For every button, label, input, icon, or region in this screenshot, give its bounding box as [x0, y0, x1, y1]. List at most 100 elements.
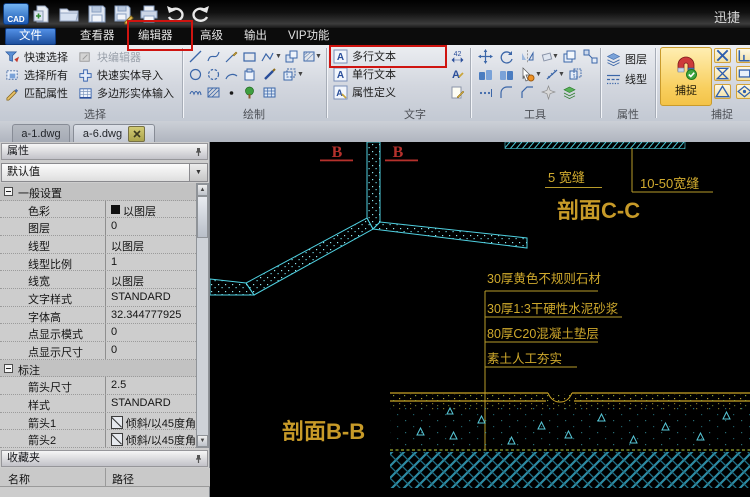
- scroll-up-icon[interactable]: ▲: [197, 184, 208, 196]
- menu-vip[interactable]: VIP功能: [284, 29, 334, 44]
- menu-advanced[interactable]: 高级: [196, 29, 227, 44]
- tool-mirror-icon[interactable]: [520, 49, 535, 64]
- property-row-arrow-size[interactable]: 箭头尺寸 2.5: [0, 377, 196, 395]
- tool-align-icon[interactable]: [478, 85, 493, 100]
- snap-perpendicular-icon[interactable]: [736, 48, 750, 63]
- menu-output[interactable]: 输出: [240, 29, 271, 44]
- open-file-icon[interactable]: [58, 3, 80, 25]
- property-row-layer[interactable]: 图层 0: [0, 218, 196, 236]
- property-row-dim-style[interactable]: 样式 STANDARD: [0, 395, 196, 413]
- tool-select-point-icon[interactable]: [520, 67, 535, 82]
- save-icon[interactable]: [86, 3, 108, 25]
- menu-file[interactable]: 文件: [5, 28, 56, 45]
- column-path[interactable]: 路径: [112, 471, 134, 487]
- stamp-dropdown-caret[interactable]: ▼: [315, 49, 322, 64]
- hatched-wall-band: [505, 142, 685, 149]
- quick-entity-import-button[interactable]: 快速实体导入: [78, 67, 163, 83]
- scroll-down-icon[interactable]: ▼: [197, 435, 208, 447]
- redo-icon[interactable]: [190, 3, 212, 25]
- property-row-arrow1[interactable]: 箭头1 倾斜/以45度角: [0, 413, 196, 431]
- draw-insert-block-icon[interactable]: [284, 49, 299, 64]
- measure-dropdown-caret[interactable]: ▼: [558, 67, 565, 82]
- text-style-icon[interactable]: A: [450, 67, 465, 82]
- erase-dropdown-caret[interactable]: ▼: [552, 49, 559, 64]
- draw-sketch-icon[interactable]: [224, 49, 239, 64]
- draw-circle-icon[interactable]: [188, 67, 203, 82]
- draw-point-icon[interactable]: [224, 85, 239, 100]
- column-name[interactable]: 名称: [8, 471, 30, 487]
- tool-copy-icon[interactable]: [562, 49, 577, 64]
- property-row-font-height[interactable]: 字体高 32.344777925: [0, 307, 196, 325]
- draw-paste-icon[interactable]: [242, 67, 257, 82]
- tool-rotate-icon[interactable]: [499, 49, 514, 64]
- attribute-define-button[interactable]: A 属性定义: [333, 84, 396, 100]
- draw-line-icon[interactable]: [188, 49, 203, 64]
- snap-toggle-button[interactable]: 捕捉: [660, 47, 712, 106]
- select-all-button[interactable]: 选择所有: [5, 67, 68, 83]
- tool-explode-icon[interactable]: [541, 85, 556, 100]
- tool-scale-icon[interactable]: [478, 67, 493, 82]
- polygon-entity-input-button[interactable]: 多边形实体输入: [78, 85, 174, 101]
- text-width-icon[interactable]: 42: [450, 49, 465, 64]
- snap-intersection-icon[interactable]: [714, 48, 731, 63]
- snap-extension-icon[interactable]: [736, 66, 750, 81]
- block-editor-icon: [78, 50, 93, 65]
- quick-select-button[interactable]: 快速选择: [5, 49, 68, 65]
- property-row-arrow2[interactable]: 箭头2 倾斜/以45度角: [0, 430, 196, 448]
- property-row-color[interactable]: 色彩 以图层: [0, 201, 196, 219]
- tool-copy-props-icon[interactable]: [568, 67, 583, 82]
- collapse-icon[interactable]: [4, 364, 13, 373]
- draw-polyline-icon[interactable]: [260, 49, 275, 64]
- collapse-icon[interactable]: [4, 187, 13, 196]
- tool-chamfer-icon[interactable]: [520, 85, 535, 100]
- draw-spline-icon[interactable]: [206, 49, 221, 64]
- draw-arc-icon[interactable]: [224, 67, 239, 82]
- snap-apparent-icon[interactable]: [714, 66, 731, 81]
- group-dimension[interactable]: 标注: [0, 360, 196, 378]
- property-row-lineweight[interactable]: 线宽 以图层: [0, 271, 196, 289]
- pin-icon[interactable]: [193, 454, 203, 464]
- match-properties-button[interactable]: 匹配属性: [5, 85, 68, 101]
- plus-cross-icon: [78, 68, 93, 83]
- new-file-icon[interactable]: [30, 3, 52, 25]
- preset-dropdown[interactable]: 默认值 ▼: [1, 163, 208, 182]
- draw-rectangle-icon[interactable]: [242, 49, 257, 64]
- drawing-canvas[interactable]: B B 10-50宽缝 5 宽缝 剖面C-C 30厚黄色不规则石材 30厚1:3…: [210, 142, 750, 497]
- draw-table-icon[interactable]: [262, 85, 277, 100]
- draw-image-icon[interactable]: [242, 85, 257, 100]
- tool-array-icon[interactable]: [583, 49, 598, 64]
- single-text-button[interactable]: A 单行文本: [333, 66, 396, 82]
- tab-a1-dwg[interactable]: a-1.dwg: [12, 124, 70, 142]
- edit-text-icon[interactable]: [450, 85, 465, 100]
- draw-revcloud-icon[interactable]: [188, 85, 203, 100]
- tool-scale2-icon[interactable]: [499, 67, 514, 82]
- property-row-point-size[interactable]: 点显示尺寸 0: [0, 342, 196, 360]
- property-row-point-mode[interactable]: 点显示模式 0: [0, 324, 196, 342]
- property-row-linetype[interactable]: 线型 以图层: [0, 236, 196, 254]
- draw-hatch-icon[interactable]: [206, 85, 221, 100]
- select-point-dropdown-caret[interactable]: ▼: [535, 67, 542, 82]
- linetype-button[interactable]: 线型: [606, 71, 647, 87]
- polyline-dropdown-caret[interactable]: ▼: [275, 49, 282, 64]
- region-dropdown-caret[interactable]: ▼: [297, 67, 304, 82]
- snap-quadrant-icon[interactable]: [736, 84, 750, 99]
- draw-circle2-icon[interactable]: [206, 67, 221, 82]
- group-general-settings[interactable]: 一般设置: [0, 183, 196, 201]
- property-row-text-style[interactable]: 文字样式 STANDARD: [0, 289, 196, 307]
- tab-a6-dwg[interactable]: a-6.dwg: [73, 124, 155, 142]
- polygon-grid-icon: [78, 86, 93, 101]
- property-row-linetype-scale[interactable]: 线型比例 1: [0, 254, 196, 272]
- scrollbar-thumb[interactable]: [197, 196, 208, 238]
- scrollbar[interactable]: ▲ ▼: [196, 183, 209, 448]
- menu-viewer[interactable]: 查看器: [76, 29, 119, 44]
- layer-button[interactable]: 图层: [606, 51, 647, 67]
- tool-move-icon[interactable]: [478, 49, 493, 64]
- draw-region-icon[interactable]: [282, 67, 297, 82]
- pin-icon[interactable]: [193, 147, 203, 157]
- tool-layers-merge-icon[interactable]: [562, 85, 577, 100]
- chevron-down-icon[interactable]: ▼: [189, 164, 207, 181]
- close-tab-icon[interactable]: [128, 126, 145, 142]
- tool-fillet-icon[interactable]: [499, 85, 514, 100]
- snap-midpoint-icon[interactable]: [714, 84, 731, 99]
- draw-brush-icon[interactable]: [262, 67, 277, 82]
